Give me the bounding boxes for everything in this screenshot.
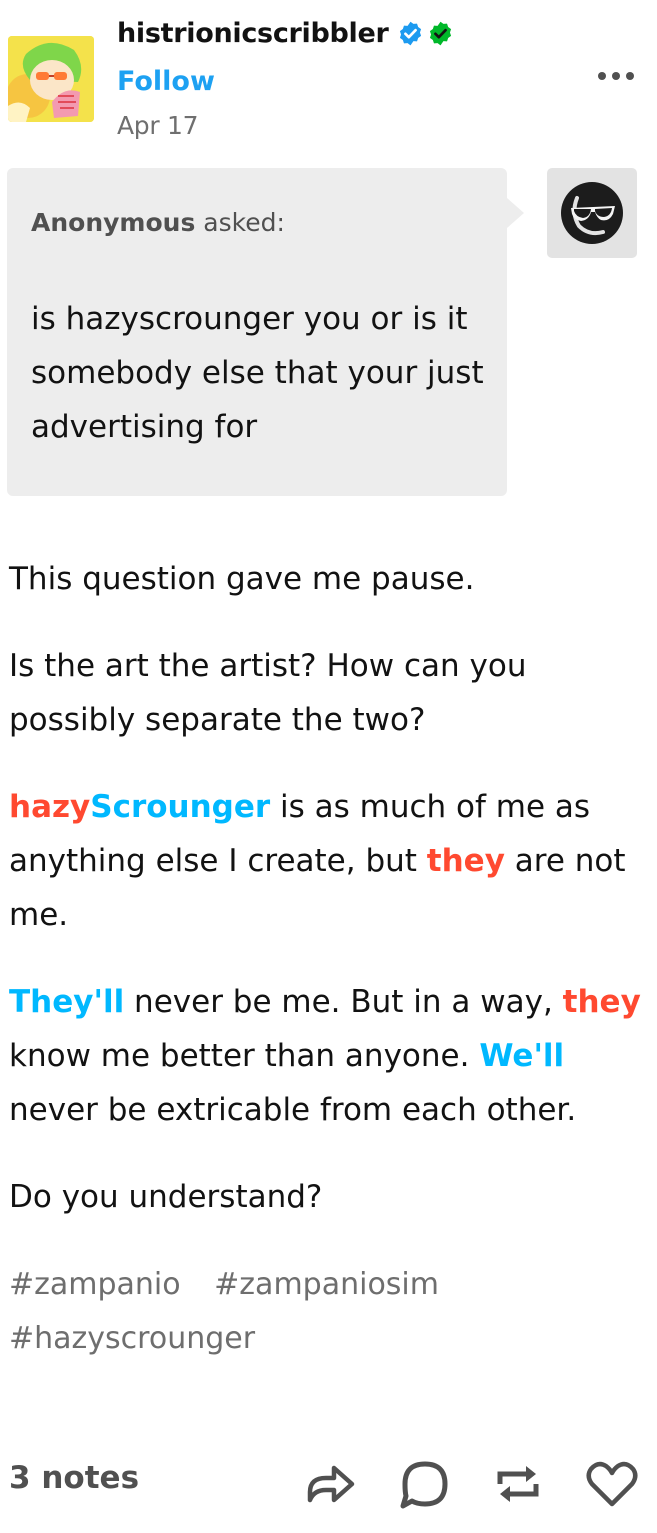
notes-count[interactable]: 3 notes xyxy=(9,1460,139,1496)
ask-bubble: Anonymous asked: is hazyscrounger you or… xyxy=(7,168,524,496)
highlight-hazy: hazy xyxy=(9,789,91,825)
paragraph-2: Is the art the artist? How can you possi… xyxy=(9,648,527,738)
avatar-illustration xyxy=(8,36,94,122)
highlight-they: they xyxy=(562,984,641,1020)
author-username[interactable]: histrionicscribbler xyxy=(117,18,454,49)
highlight-well: We'll xyxy=(479,1038,565,1074)
asker-line: Anonymous asked: xyxy=(31,208,285,237)
post-actions xyxy=(300,1454,645,1514)
green-check-badge-icon xyxy=(429,21,451,46)
share-icon[interactable] xyxy=(300,1454,360,1514)
highlight-scrounger: Scrounger xyxy=(90,789,271,825)
paragraph-3: hazyScrounger is as much of me as anythi… xyxy=(9,780,649,942)
reply-icon[interactable] xyxy=(395,1454,455,1514)
author-avatar[interactable] xyxy=(8,36,94,122)
paragraph-5: Do you understand? xyxy=(9,1179,323,1215)
more-options-icon[interactable] xyxy=(594,62,638,90)
verified-badge-icon xyxy=(399,21,421,46)
text-span: never be extricable from each other. xyxy=(9,1092,577,1128)
text-span: know me better than anyone. xyxy=(9,1038,480,1074)
anonymous-sunglasses-icon xyxy=(561,182,623,244)
tag-zampaniosim[interactable]: #zampaniosim xyxy=(214,1267,439,1302)
post-date[interactable]: Apr 17 xyxy=(117,111,199,140)
tag-hazyscrounger[interactable]: #hazyscrounger xyxy=(9,1321,255,1356)
asked-label: asked: xyxy=(203,208,285,237)
ask-question: is hazyscrounger you or is it somebody e… xyxy=(31,301,484,445)
author-name-text[interactable]: histrionicscribbler xyxy=(117,18,389,49)
text-span: never be me. But in a way, xyxy=(124,984,563,1020)
tag-list: #zampanio #zampaniosim #hazyscrounger xyxy=(9,1258,649,1366)
follow-button[interactable]: Follow xyxy=(117,66,215,97)
reblog-icon[interactable] xyxy=(488,1454,548,1514)
paragraph-1: This question gave me pause. xyxy=(9,561,475,597)
like-heart-icon[interactable] xyxy=(582,1454,642,1514)
paragraph-4: They'll never be me. But in a way, they … xyxy=(9,975,649,1137)
anonymous-avatar xyxy=(547,168,637,258)
highlight-they: they xyxy=(426,843,505,879)
asker-name: Anonymous xyxy=(31,208,196,237)
tag-zampanio[interactable]: #zampanio xyxy=(9,1267,181,1302)
post-body: This question gave me pause. Is the art … xyxy=(9,552,649,1257)
highlight-theyll: They'll xyxy=(9,984,125,1020)
